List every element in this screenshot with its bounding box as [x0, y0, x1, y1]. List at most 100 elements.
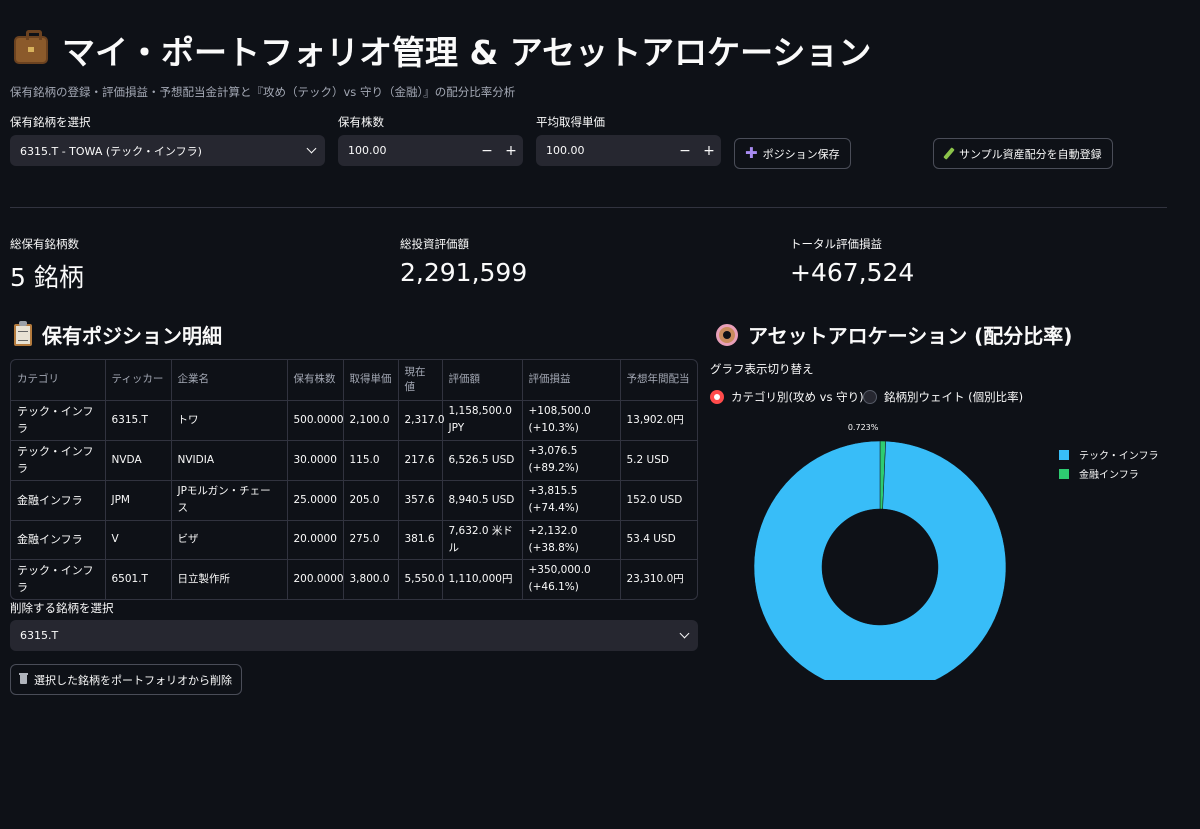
cell-dividend: 53.4 USD [620, 520, 697, 560]
allocation-donut-chart[interactable]: 0.723%99.3% [740, 420, 1030, 680]
shares-label: 保有株数 [338, 115, 384, 129]
cell-company: トワ [171, 400, 288, 441]
pie-slice-0[interactable] [753, 440, 1007, 680]
legend-label: テック・インフラ [1079, 451, 1159, 462]
cell-ticker: JPM [105, 480, 172, 521]
cell-category: テック・インフラ [11, 559, 106, 599]
cell-price: 381.6 [398, 520, 443, 560]
cell-value: 6,526.5 USD [442, 440, 523, 481]
radio-selected-icon [710, 390, 724, 404]
delete-position-label: 選択した銘柄をポートフォリオから削除 [34, 673, 232, 687]
donut-icon [716, 323, 738, 346]
table-row[interactable]: テック・インフラ NVDA NVIDIA 30.0000 115.0 217.6… [11, 440, 697, 481]
ticker-select-value: 6315.T - TOWA (テック・インフラ) [20, 144, 202, 158]
cell-category: テック・インフラ [11, 440, 106, 481]
cell-category: テック・インフラ [11, 400, 106, 441]
cell-price: 2,317.0 [398, 400, 445, 441]
metric-total-value: 総投資評価額 2,291,599 [400, 236, 527, 287]
positions-heading: 保有ポジション明細 [42, 324, 222, 348]
cell-company: ビザ [171, 520, 288, 560]
legend-item[interactable]: テック・インフラ [1059, 447, 1159, 462]
sample-register-label: サンプル資産配分を自動登録 [959, 147, 1102, 161]
cell-ticker: 6501.T [105, 559, 172, 599]
price-increment-button[interactable]: + [697, 143, 721, 159]
price-input[interactable]: 100.00 − + [536, 135, 721, 166]
table-row[interactable]: テック・インフラ 6315.T トワ 500.0000 2,100.0 2,31… [11, 400, 697, 441]
radio-unselected-icon [863, 390, 877, 404]
pencil-icon [943, 147, 955, 160]
cell-shares: 200.0000 [287, 559, 344, 599]
cell-value: 7,632.0 米ドル [442, 520, 523, 560]
sample-register-button[interactable]: サンプル資産配分を自動登録 [933, 138, 1113, 169]
shares-value: 100.00 [348, 144, 387, 157]
shares-input[interactable]: 100.00 − + [338, 135, 523, 166]
column-header[interactable]: 予想年間配当 [620, 360, 697, 401]
cell-dividend: 5.2 USD [620, 440, 697, 481]
cell-cost: 115.0 [343, 440, 399, 481]
delete-position-button[interactable]: 選択した銘柄をポートフォリオから削除 [10, 664, 242, 695]
ticker-select-label: 保有銘柄を選択 [10, 115, 91, 129]
cell-cost: 2,100.0 [343, 400, 399, 441]
column-header[interactable]: 評価額 [442, 360, 523, 401]
shares-decrement-button[interactable]: − [475, 143, 499, 159]
plus-icon: ✚ [745, 144, 758, 162]
cell-category: 金融インフラ [11, 480, 106, 521]
radio-label: カテゴリ別(攻め vs 守り) [731, 390, 864, 404]
allocation-heading-row: アセットアロケーション (配分比率) [716, 320, 1072, 349]
cell-dividend: 152.0 USD [620, 480, 697, 521]
cell-cost: 3,800.0 [343, 559, 399, 599]
page-title: マイ・ポートフォリオ管理 & アセットアロケーション [62, 33, 872, 72]
column-header[interactable]: 現在値 [398, 360, 443, 401]
column-header[interactable]: 企業名 [171, 360, 288, 401]
cell-shares: 20.0000 [287, 520, 344, 560]
cell-company: JPモルガン・チェース [171, 480, 288, 521]
cell-price: 5,550.0 [398, 559, 445, 599]
save-position-button[interactable]: ✚ ポジション保存 [734, 138, 851, 169]
price-decrement-button[interactable]: − [673, 143, 697, 159]
price-value: 100.00 [546, 144, 585, 157]
cell-cost: 275.0 [343, 520, 399, 560]
metric-value: +467,524 [790, 258, 915, 287]
metric-value: 5 銘柄 [10, 263, 84, 292]
legend-swatch [1059, 449, 1069, 460]
radio-category[interactable]: カテゴリ別(攻め vs 守り) [710, 389, 864, 405]
table-header-row: カテゴリ ティッカー 企業名 保有株数 取得単価 現在値 評価額 評価損益 予想… [11, 360, 697, 401]
column-header[interactable]: 評価損益 [522, 360, 621, 401]
cell-pnl: +3,076.5 (+89.2%) [522, 440, 621, 481]
cell-pnl: +3,815.5 (+74.4%) [522, 480, 621, 521]
column-header[interactable]: カテゴリ [11, 360, 106, 401]
cell-cost: 205.0 [343, 480, 399, 521]
metric-value: 2,291,599 [400, 258, 528, 287]
cell-shares: 25.0000 [287, 480, 344, 521]
cell-pnl: +108,500.0 (+10.3%) [522, 400, 621, 441]
metric-total-pnl: トータル評価損益 +467,524 [790, 236, 914, 287]
table-row[interactable]: 金融インフラ JPM JPモルガン・チェース 25.0000 205.0 357… [11, 480, 697, 521]
shares-increment-button[interactable]: + [499, 143, 523, 159]
metric-label: トータル評価損益 [790, 237, 882, 251]
page-subtitle: 保有銘柄の登録・評価損益・予想配当金計算と『攻め（テック）vs 守り（金融）』の… [10, 85, 516, 99]
legend-item[interactable]: 金融インフラ [1059, 466, 1159, 481]
page-title-row: マイ・ポートフォリオ管理 & アセットアロケーション [14, 26, 871, 74]
cell-value: 1,158,500.0 JPY [442, 400, 523, 441]
cell-dividend: 13,902.0円 [620, 400, 697, 441]
legend-label: 金融インフラ [1079, 470, 1139, 481]
table-row[interactable]: 金融インフラ V ビザ 20.0000 275.0 381.6 7,632.0 … [11, 520, 697, 560]
delete-select[interactable]: 6315.T [10, 620, 698, 651]
table-row[interactable]: テック・インフラ 6501.T 日立製作所 200.0000 3,800.0 5… [11, 559, 697, 599]
column-header[interactable]: 取得単価 [343, 360, 399, 401]
briefcase-icon [14, 30, 48, 64]
ticker-select[interactable]: 6315.T - TOWA (テック・インフラ) [10, 135, 325, 166]
cell-shares: 500.0000 [287, 400, 344, 441]
radio-ticker[interactable]: 銘柄別ウェイト (個別比率) [863, 389, 1023, 405]
chart-toggle-label: グラフ表示切り替え [710, 362, 814, 376]
cell-pnl: +2,132.0 (+38.8%) [522, 520, 621, 560]
radio-label: 銘柄別ウェイト (個別比率) [884, 390, 1024, 404]
metric-label: 総保有銘柄数 [10, 237, 79, 251]
cell-ticker: 6315.T [105, 400, 172, 441]
divider [10, 207, 1167, 208]
positions-table[interactable]: カテゴリ ティッカー 企業名 保有株数 取得単価 現在値 評価額 評価損益 予想… [10, 359, 698, 600]
column-header[interactable]: ティッカー [105, 360, 172, 401]
column-header[interactable]: 保有株数 [287, 360, 344, 401]
cell-shares: 30.0000 [287, 440, 344, 481]
cell-ticker: V [105, 520, 172, 560]
